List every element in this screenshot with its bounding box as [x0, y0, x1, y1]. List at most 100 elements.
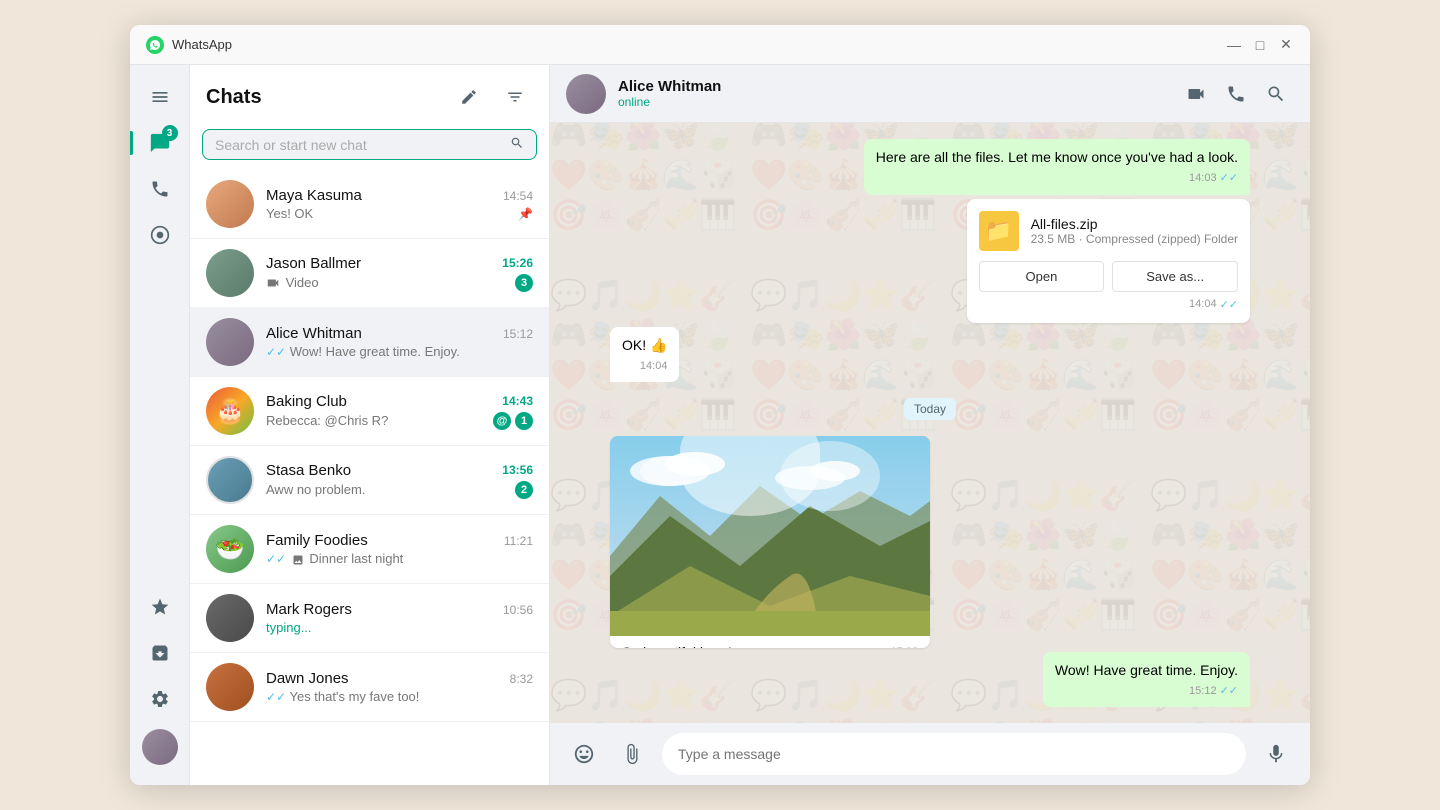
chat-time-mark: 10:56	[503, 603, 533, 617]
chat-header-actions	[1178, 76, 1294, 112]
message-3: OK! 👍 14:04	[610, 327, 679, 383]
chat-header-status: online	[618, 95, 1166, 109]
chat-header-avatar[interactable]	[566, 74, 606, 114]
sidebar-settings-button[interactable]	[140, 679, 180, 719]
chat-item-family[interactable]: 🥗 Family Foodies 11:21 ✓✓ Dinner last ni…	[190, 515, 549, 584]
message-2-file: 📁 All-files.zip 23.5 MB · Compressed (zi…	[967, 199, 1250, 323]
search-input[interactable]	[215, 137, 510, 153]
file-meta: 23.5 MB · Compressed (zipped) Folder	[1031, 232, 1238, 246]
file-name: All-files.zip	[1031, 216, 1238, 232]
date-divider: Today	[610, 398, 1250, 420]
chat-item-maya[interactable]: Maya Kasuma 14:54 Yes! OK 📌	[190, 170, 549, 239]
chat-time-family: 11:21	[504, 534, 533, 548]
sidebar-archive-button[interactable]	[140, 633, 180, 673]
file-save-button[interactable]: Save as...	[1112, 261, 1238, 292]
file-tick: ✓✓	[1220, 298, 1238, 311]
chat-item-dawn[interactable]: Dawn Jones 8:32 ✓✓ Yes that's my fave to…	[190, 653, 549, 722]
pin-icon-maya: 📌	[518, 207, 533, 221]
chat-list: Maya Kasuma 14:54 Yes! OK 📌 Jas	[190, 170, 549, 785]
chat-area: Alice Whitman online	[550, 65, 1310, 785]
chat-preview-mark: typing...	[266, 620, 312, 635]
minimize-button[interactable]: —	[1226, 37, 1242, 53]
message-6: Wow! Have great time. Enjoy. 15:12 ✓✓	[1043, 652, 1250, 708]
message-text-6: Wow! Have great time. Enjoy.	[1055, 662, 1238, 678]
chat-list-actions	[451, 79, 533, 115]
chat-info-family: Family Foodies 11:21 ✓✓ Dinner last nigh…	[266, 532, 533, 566]
search-icon	[510, 136, 524, 153]
message-tick-1: ✓✓	[1220, 170, 1238, 187]
chat-list-title: Chats	[206, 86, 262, 109]
attach-button[interactable]	[614, 736, 650, 772]
chat-name-maya: Maya Kasuma	[266, 187, 362, 204]
chat-preview-family: ✓✓ Dinner last night	[266, 551, 403, 566]
title-bar-controls: — □ ✕	[1226, 37, 1294, 53]
voice-call-button[interactable]	[1218, 76, 1254, 112]
chat-time-maya: 14:54	[503, 189, 533, 203]
message-time-1: 14:03	[1189, 170, 1217, 187]
chat-info-jason: Jason Ballmer 15:26 Video 3	[266, 255, 533, 292]
chat-time-dawn: 8:32	[510, 672, 533, 686]
filter-button[interactable]	[497, 79, 533, 115]
chat-time-jason: 15:26	[502, 256, 533, 270]
sidebar-calls-button[interactable]	[140, 169, 180, 209]
file-open-button[interactable]: Open	[979, 261, 1105, 292]
chat-item-baking[interactable]: 🎂 Baking Club 14:43 Rebecca: @Chris R? @…	[190, 377, 549, 446]
chat-item-jason[interactable]: Jason Ballmer 15:26 Video 3	[190, 239, 549, 308]
avatar-mark	[206, 594, 254, 642]
avatar-maya	[206, 180, 254, 228]
chat-preview-stasa: Aww no problem.	[266, 482, 365, 497]
photo-caption: So beautiful here! 15:06	[610, 636, 930, 648]
messages-area: Here are all the files. Let me know once…	[550, 123, 1310, 723]
unread-badge-jason: 3	[515, 274, 533, 292]
new-chat-button[interactable]	[451, 79, 487, 115]
avatar-family: 🥗	[206, 525, 254, 573]
sidebar-starred-button[interactable]	[140, 587, 180, 627]
sidebar-top-icons: 3	[140, 77, 180, 587]
chat-item-mark[interactable]: Mark Rogers 10:56 typing...	[190, 584, 549, 653]
photo-time: 15:06	[890, 646, 918, 648]
chat-list-header: Chats	[190, 65, 549, 125]
search-chat-button[interactable]	[1258, 76, 1294, 112]
sidebar-menu-button[interactable]	[140, 77, 180, 117]
chat-item-stasa[interactable]: Stasa Benko 13:56 Aww no problem. 2	[190, 446, 549, 515]
chat-input-area	[550, 723, 1310, 785]
message-time-3: 14:04	[640, 358, 668, 375]
sidebar-bottom-icons	[140, 587, 180, 773]
chat-time-alice: 15:12	[503, 327, 533, 341]
message-tick-6: ✓✓	[1220, 683, 1238, 700]
date-divider-text: Today	[904, 398, 956, 420]
emoji-button[interactable]	[566, 736, 602, 772]
chat-name-family: Family Foodies	[266, 532, 368, 549]
avatar-dawn	[206, 663, 254, 711]
file-icon: 📁	[979, 211, 1019, 251]
sidebar-status-button[interactable]	[140, 215, 180, 255]
unread-badge-stasa: 2	[515, 481, 533, 499]
message-text-1: Here are all the files. Let me know once…	[876, 149, 1238, 165]
search-input-wrap	[202, 129, 537, 160]
user-avatar[interactable]	[142, 729, 178, 765]
voice-message-button[interactable]	[1258, 736, 1294, 772]
chat-name-baking: Baking Club	[266, 393, 347, 410]
title-bar-title: WhatsApp	[172, 37, 1226, 52]
chat-header-info: Alice Whitman online	[618, 78, 1166, 109]
chat-item-alice[interactable]: Alice Whitman 15:12 ✓✓ Wow! Have great t…	[190, 308, 549, 377]
close-button[interactable]: ✕	[1278, 37, 1294, 53]
chat-name-stasa: Stasa Benko	[266, 462, 351, 479]
chat-info-baking: Baking Club 14:43 Rebecca: @Chris R? @ 1	[266, 393, 533, 430]
photo-image	[610, 436, 930, 636]
chat-info-dawn: Dawn Jones 8:32 ✓✓ Yes that's my fave to…	[266, 670, 533, 704]
message-time-6: 15:12	[1189, 683, 1217, 700]
avatar-jason	[206, 249, 254, 297]
avatar-alice	[206, 318, 254, 366]
chats-badge: 3	[162, 125, 178, 141]
mention-badge-baking: @	[493, 412, 511, 430]
chat-time-baking: 14:43	[502, 394, 533, 408]
maximize-button[interactable]: □	[1252, 37, 1268, 53]
chat-name-mark: Mark Rogers	[266, 601, 352, 618]
chat-header: Alice Whitman online	[550, 65, 1310, 123]
icon-sidebar: 3	[130, 65, 190, 785]
message-input[interactable]	[662, 733, 1246, 775]
chat-list-panel: Chats	[190, 65, 550, 785]
video-call-button[interactable]	[1178, 76, 1214, 112]
sidebar-chats-button[interactable]: 3	[140, 123, 180, 163]
